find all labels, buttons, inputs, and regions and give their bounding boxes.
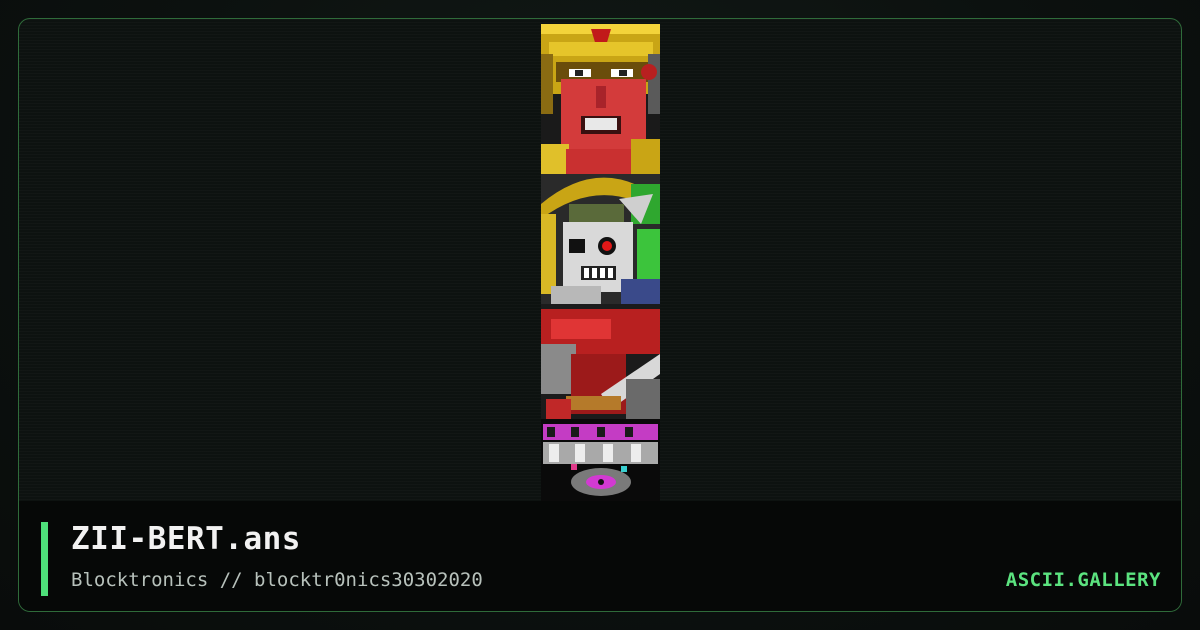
site-brand-link[interactable]: ASCII.GALLERY <box>1006 569 1161 591</box>
card-footer: ZII-BERT.ans Blocktronics // blocktr0nic… <box>19 501 1181 611</box>
ansi-artwork <box>541 24 660 501</box>
accent-bar <box>41 522 48 596</box>
card-frame: ZII-BERT.ans Blocktronics // blocktr0nic… <box>18 18 1182 612</box>
ansi-art-icon <box>541 24 660 501</box>
artist-group-line: Blocktronics // blocktr0nics30302020 <box>71 569 483 591</box>
preview-card: ZII-BERT.ans Blocktronics // blocktr0nic… <box>0 0 1200 630</box>
file-title: ZII-BERT.ans <box>71 521 301 557</box>
